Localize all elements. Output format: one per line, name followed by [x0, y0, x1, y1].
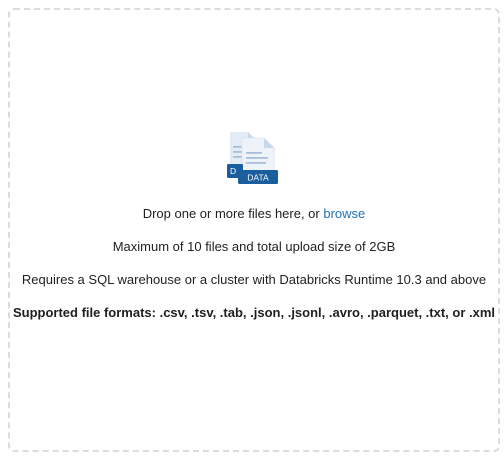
- file-dropzone[interactable]: D DATA Drop one or more files here, or b…: [8, 8, 500, 452]
- supported-formats-text: Supported file formats: .csv, .tsv, .tab…: [12, 305, 496, 320]
- upload-limit-text: Maximum of 10 files and total upload siz…: [112, 239, 396, 254]
- browse-link[interactable]: browse: [323, 206, 365, 221]
- svg-text:D: D: [230, 166, 236, 176]
- runtime-requirement-text: Requires a SQL warehouse or a cluster wi…: [21, 272, 487, 287]
- dropzone-content: D DATA Drop one or more files here, or b…: [10, 128, 498, 321]
- data-badge-label: DATA: [247, 173, 269, 183]
- drop-instructions: Drop one or more files here, or browse: [10, 206, 498, 222]
- data-file-icon: D DATA: [227, 132, 278, 184]
- drop-text: Drop one or more files here, or: [142, 206, 324, 221]
